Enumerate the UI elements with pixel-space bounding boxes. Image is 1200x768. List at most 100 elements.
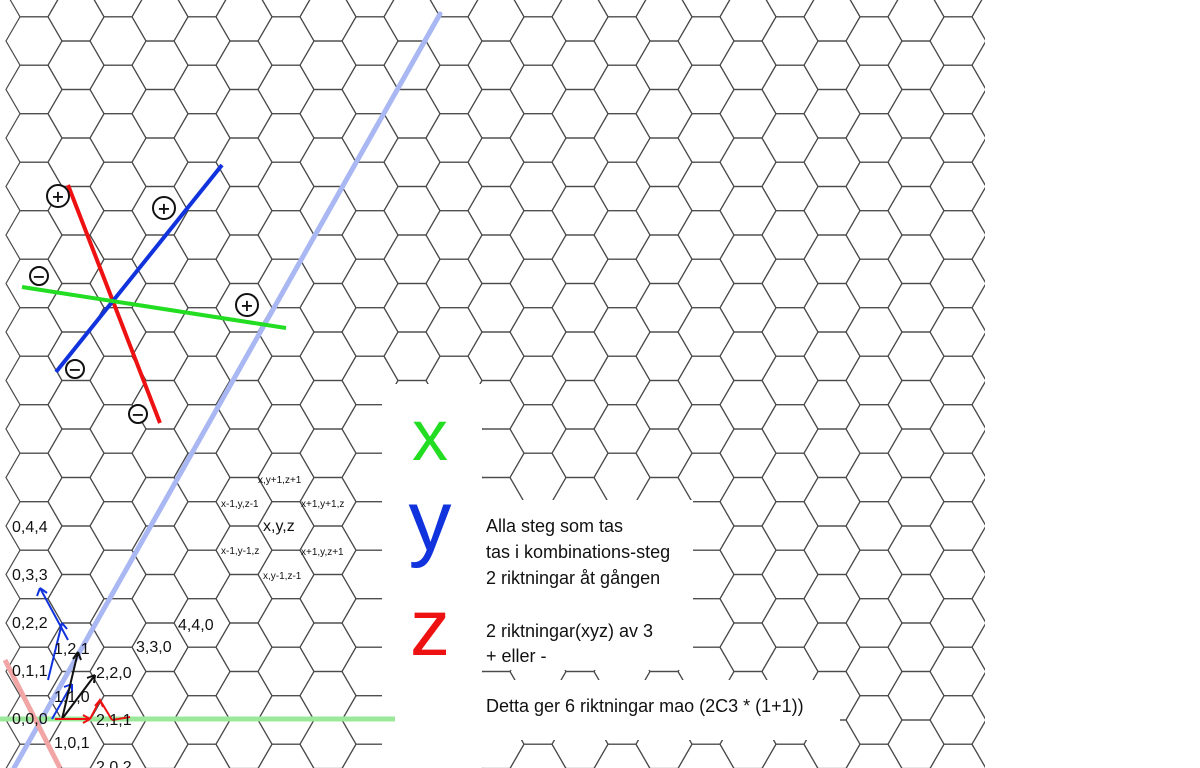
note-line-2: tas i kombinations-steg bbox=[486, 542, 670, 562]
hex-cell bbox=[887, 428, 945, 479]
hex-cell bbox=[719, 137, 777, 188]
hex-cell bbox=[47, 573, 105, 624]
neighbor-top: x,y+1,z+1 bbox=[258, 475, 302, 486]
minus-marker-z: − bbox=[128, 404, 148, 424]
hex-cell bbox=[509, 404, 567, 454]
hex-cell bbox=[93, 0, 143, 18]
hex-cell bbox=[467, 0, 525, 42]
hex-cell bbox=[635, 379, 693, 430]
hex-cell bbox=[761, 210, 819, 260]
hex-cell bbox=[215, 379, 273, 430]
svg-text:+: + bbox=[240, 296, 253, 315]
hex-cell bbox=[929, 16, 987, 66]
hex-cell bbox=[509, 355, 567, 406]
hex-cell bbox=[761, 307, 819, 357]
hex-cell bbox=[929, 452, 987, 503]
hex-cell bbox=[761, 355, 819, 406]
hex-cell bbox=[803, 40, 861, 91]
hex-cell bbox=[677, 307, 735, 357]
hex-cell bbox=[509, 258, 567, 309]
hex-cell bbox=[299, 670, 357, 721]
hex-cell bbox=[341, 258, 399, 309]
hex-cell bbox=[887, 88, 945, 139]
hex-cell bbox=[929, 210, 987, 260]
hex-cell bbox=[551, 0, 609, 42]
hex-cell bbox=[5, 355, 63, 406]
hex-cell bbox=[887, 379, 945, 430]
hex-cell bbox=[257, 64, 315, 115]
neighbor-upper-left: x-1,y,z-1 bbox=[221, 499, 259, 510]
coord-label: 0,0,0 bbox=[12, 711, 48, 728]
hex-cell bbox=[261, 0, 311, 18]
hex-cell bbox=[803, 137, 861, 188]
hex-cell bbox=[551, 428, 609, 479]
hex-cell bbox=[173, 743, 231, 768]
hex-cell bbox=[47, 476, 105, 527]
plus-marker-x: + bbox=[235, 293, 259, 317]
hex-cell bbox=[257, 404, 315, 454]
hex-cell bbox=[341, 307, 399, 357]
hex-cell bbox=[845, 113, 903, 163]
hex-cell bbox=[677, 161, 735, 212]
hex-cell bbox=[593, 64, 651, 115]
hex-cell bbox=[593, 743, 651, 768]
hex-cell bbox=[425, 307, 483, 357]
hex-cell bbox=[761, 743, 819, 768]
hex-cell bbox=[131, 88, 189, 139]
hex-cell bbox=[719, 185, 777, 236]
hex-cell bbox=[173, 16, 231, 66]
hex-cell bbox=[425, 258, 483, 309]
hex-cell bbox=[719, 88, 777, 139]
hex-cell bbox=[803, 282, 861, 333]
hex-cell bbox=[299, 331, 357, 382]
svg-text:+: + bbox=[157, 199, 170, 218]
y-axis-legend-letter: y bbox=[409, 473, 452, 569]
hex-cell bbox=[345, 0, 395, 18]
hex-cell bbox=[131, 40, 189, 91]
hex-cell bbox=[173, 452, 231, 503]
hex-cell bbox=[299, 428, 357, 479]
hex-cell bbox=[467, 185, 525, 236]
hex-cell bbox=[929, 258, 987, 309]
hex-cell bbox=[299, 379, 357, 430]
x-axis-legend-letter: x bbox=[412, 396, 448, 476]
hex-cell bbox=[299, 573, 357, 624]
hex-cell bbox=[341, 210, 399, 260]
hex-cell bbox=[929, 404, 987, 454]
hex-cell bbox=[803, 525, 861, 576]
hex-cell bbox=[509, 64, 567, 115]
hex-cell bbox=[887, 670, 945, 721]
hex-cell bbox=[803, 331, 861, 382]
hex-cell bbox=[299, 0, 357, 42]
hex-cell bbox=[551, 379, 609, 430]
hex-cell bbox=[761, 113, 819, 163]
hex-cell bbox=[635, 282, 693, 333]
hex-cell bbox=[551, 40, 609, 91]
hex-cell bbox=[299, 88, 357, 139]
hex-cell bbox=[131, 476, 189, 527]
hex-cell bbox=[677, 113, 735, 163]
hex-cell bbox=[89, 16, 147, 66]
z-axis-legend-letter: z bbox=[410, 583, 450, 672]
hex-cell bbox=[215, 234, 273, 285]
hex-cell bbox=[5, 64, 63, 115]
hex-cell bbox=[299, 719, 357, 768]
hex-cell bbox=[681, 0, 731, 18]
svg-text:−: − bbox=[131, 405, 144, 424]
coord-label: 0,3,3 bbox=[12, 567, 48, 584]
hex-cell bbox=[383, 234, 441, 285]
hex-cell bbox=[593, 404, 651, 454]
hex-cell bbox=[929, 501, 987, 551]
hex-cell bbox=[635, 88, 693, 139]
hex-cell bbox=[173, 113, 231, 163]
hex-cell bbox=[551, 282, 609, 333]
hex-cell bbox=[551, 185, 609, 236]
hex-cell bbox=[761, 161, 819, 212]
hex-cell bbox=[257, 598, 315, 648]
hex-cell bbox=[887, 137, 945, 188]
coord-label: 0,1,1 bbox=[12, 663, 48, 680]
hex-cell bbox=[761, 258, 819, 309]
hex-cell bbox=[845, 598, 903, 648]
hex-cell bbox=[845, 210, 903, 260]
hex-cell bbox=[845, 355, 903, 406]
